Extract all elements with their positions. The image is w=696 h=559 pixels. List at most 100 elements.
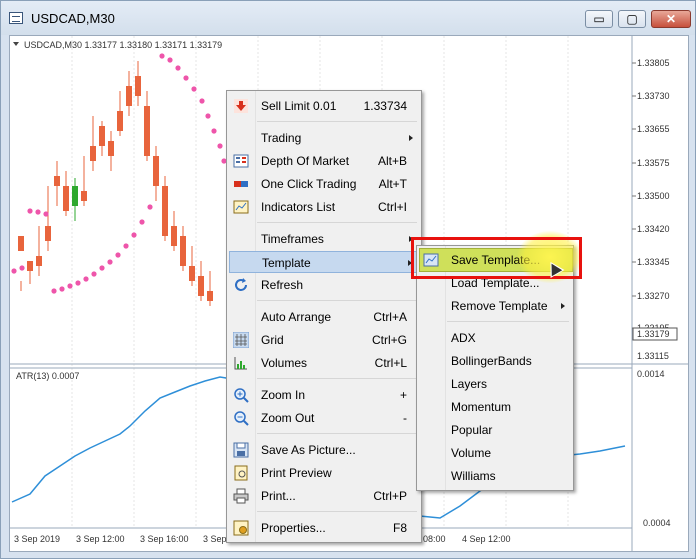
candle-body	[27, 261, 33, 271]
sar-dot	[139, 219, 145, 225]
candle-body	[162, 186, 168, 236]
menu-item-grid[interactable]: Grid Ctrl+G	[229, 329, 419, 351]
price-label: 1.33655	[637, 124, 670, 134]
menu-separator	[257, 433, 417, 434]
time-label: 08:00	[423, 534, 446, 544]
menu-separator	[257, 511, 417, 512]
price-label: 1.33345	[637, 257, 670, 267]
sar-dot	[27, 208, 33, 214]
one-click-trading-icon	[234, 181, 248, 187]
sell-arrow-icon	[234, 99, 248, 113]
grid-icon	[233, 332, 249, 348]
candle-body	[63, 186, 69, 211]
submenu-item-remove-template[interactable]: Remove Template	[419, 295, 571, 317]
menu-item-shortcut: Ctrl+G	[371, 333, 407, 347]
template-volume[interactable]: Volume	[419, 442, 571, 464]
time-label: 3 Sep 16:00	[140, 534, 189, 544]
price-label: 1.33500	[637, 191, 670, 201]
menu-item-label: Indicators List	[261, 200, 336, 214]
menu-item-shortcut: Ctrl+I	[377, 200, 407, 214]
close-button[interactable]: ✕	[651, 10, 691, 28]
candlesticks	[18, 61, 213, 306]
menu-item-label: Auto Arrange	[261, 310, 332, 324]
template-layers[interactable]: Layers	[419, 373, 571, 395]
title-bar[interactable]: USDCAD,M30 ▭ ▢ ✕	[1, 1, 695, 35]
menu-item-label: ADX	[451, 331, 476, 345]
menu-item-shortcut: Ctrl+A	[373, 310, 407, 324]
menu-item-label: Layers	[451, 377, 488, 391]
candle-body	[18, 236, 24, 251]
price-label: 1.33270	[637, 291, 670, 301]
menu-item-indicators-list[interactable]: Indicators List Ctrl+I	[229, 196, 419, 218]
zoom-in-icon	[234, 388, 249, 403]
candle-body	[135, 76, 141, 96]
menu-item-shortcut: +	[399, 388, 407, 402]
menu-item-properties[interactable]: Properties... F8	[229, 517, 419, 539]
menu-item-label: Remove Template	[451, 299, 548, 313]
menu-item-depth-of-market[interactable]: Depth Of Market Alt+B	[229, 150, 419, 172]
template-momentum[interactable]: Momentum	[419, 396, 571, 418]
candle-body	[180, 236, 186, 266]
current-price-label: 1.33179	[637, 329, 670, 339]
depth-of-market-icon	[233, 154, 249, 168]
menu-item-zoom-out[interactable]: Zoom Out -	[229, 407, 419, 429]
template-popular[interactable]: Popular	[419, 419, 571, 441]
menu-item-sell-limit[interactable]: Sell Limit 0.01 1.33734	[229, 95, 419, 117]
menu-item-shortcut: 1.33734	[363, 99, 407, 113]
print-preview-icon	[234, 465, 248, 481]
sar-dot	[43, 211, 49, 217]
menu-item-timeframes[interactable]: Timeframes	[229, 228, 419, 250]
menu-item-trading[interactable]: Trading	[229, 127, 419, 149]
chart-window: USDCAD,M30 ▭ ▢ ✕ 1.33805 1.33730 1.33655 1.…	[0, 0, 696, 559]
sar-dot	[205, 113, 211, 119]
sar-dot	[211, 128, 217, 134]
menu-item-print-preview[interactable]: Print Preview	[229, 462, 419, 484]
candle-body	[81, 191, 87, 201]
price-label: 1.33805	[637, 58, 670, 68]
minimize-button[interactable]: ▭	[585, 10, 613, 28]
menu-item-shortcut: -	[403, 411, 407, 425]
volumes-icon	[234, 357, 247, 370]
menu-item-save-as-picture[interactable]: Save As Picture...	[229, 439, 419, 461]
price-scale: 1.33805 1.33730 1.33655 1.33575 1.33500 1.334…	[632, 58, 670, 333]
menu-item-label: Zoom Out	[261, 411, 315, 425]
candle-body	[45, 226, 51, 241]
menu-separator	[257, 222, 417, 223]
restore-button[interactable]: ▢	[618, 10, 646, 28]
sar-dot	[67, 283, 73, 289]
menu-item-zoom-in[interactable]: Zoom In +	[229, 384, 419, 406]
chart-collapse-icon	[13, 42, 19, 46]
sar-dot	[51, 288, 57, 294]
menu-item-label: One Click Trading	[261, 177, 357, 191]
sar-dot	[123, 243, 129, 249]
template-bollingerbands[interactable]: BollingerBands	[419, 350, 571, 372]
menu-item-label: Template	[262, 256, 311, 270]
template-williams[interactable]: Williams	[419, 465, 571, 487]
window-title: USDCAD,M30	[31, 11, 115, 26]
menu-item-one-click-trading[interactable]: One Click Trading Alt+T	[229, 173, 419, 195]
sar-dot	[59, 286, 65, 292]
menu-item-shortcut: Alt+B	[377, 154, 407, 168]
menu-separator	[257, 300, 417, 301]
template-adx[interactable]: ADX	[419, 327, 571, 349]
atr-header: ATR(13) 0.0007	[16, 371, 79, 381]
menu-separator	[257, 121, 417, 122]
menu-separator	[257, 378, 417, 379]
menu-item-volumes[interactable]: Volumes Ctrl+L	[229, 352, 419, 374]
menu-item-template[interactable]: Template	[229, 251, 419, 273]
menu-item-refresh[interactable]: Refresh	[229, 274, 419, 296]
sar-dot	[191, 86, 197, 92]
sar-dot	[83, 276, 89, 282]
properties-icon	[233, 520, 249, 536]
menu-item-auto-arrange[interactable]: Auto Arrange Ctrl+A	[229, 306, 419, 328]
candle-body	[144, 106, 150, 156]
menu-item-print[interactable]: Print... Ctrl+P	[229, 485, 419, 507]
atr-min-label: 0.0004	[643, 518, 671, 528]
candle-body	[99, 126, 105, 146]
chart-window-icon	[9, 12, 23, 24]
menu-item-label: BollingerBands	[451, 354, 532, 368]
price-label: 1.33730	[637, 91, 670, 101]
sar-dot	[175, 65, 181, 71]
menu-item-shortcut: F8	[392, 521, 407, 535]
sar-dot	[107, 259, 113, 265]
